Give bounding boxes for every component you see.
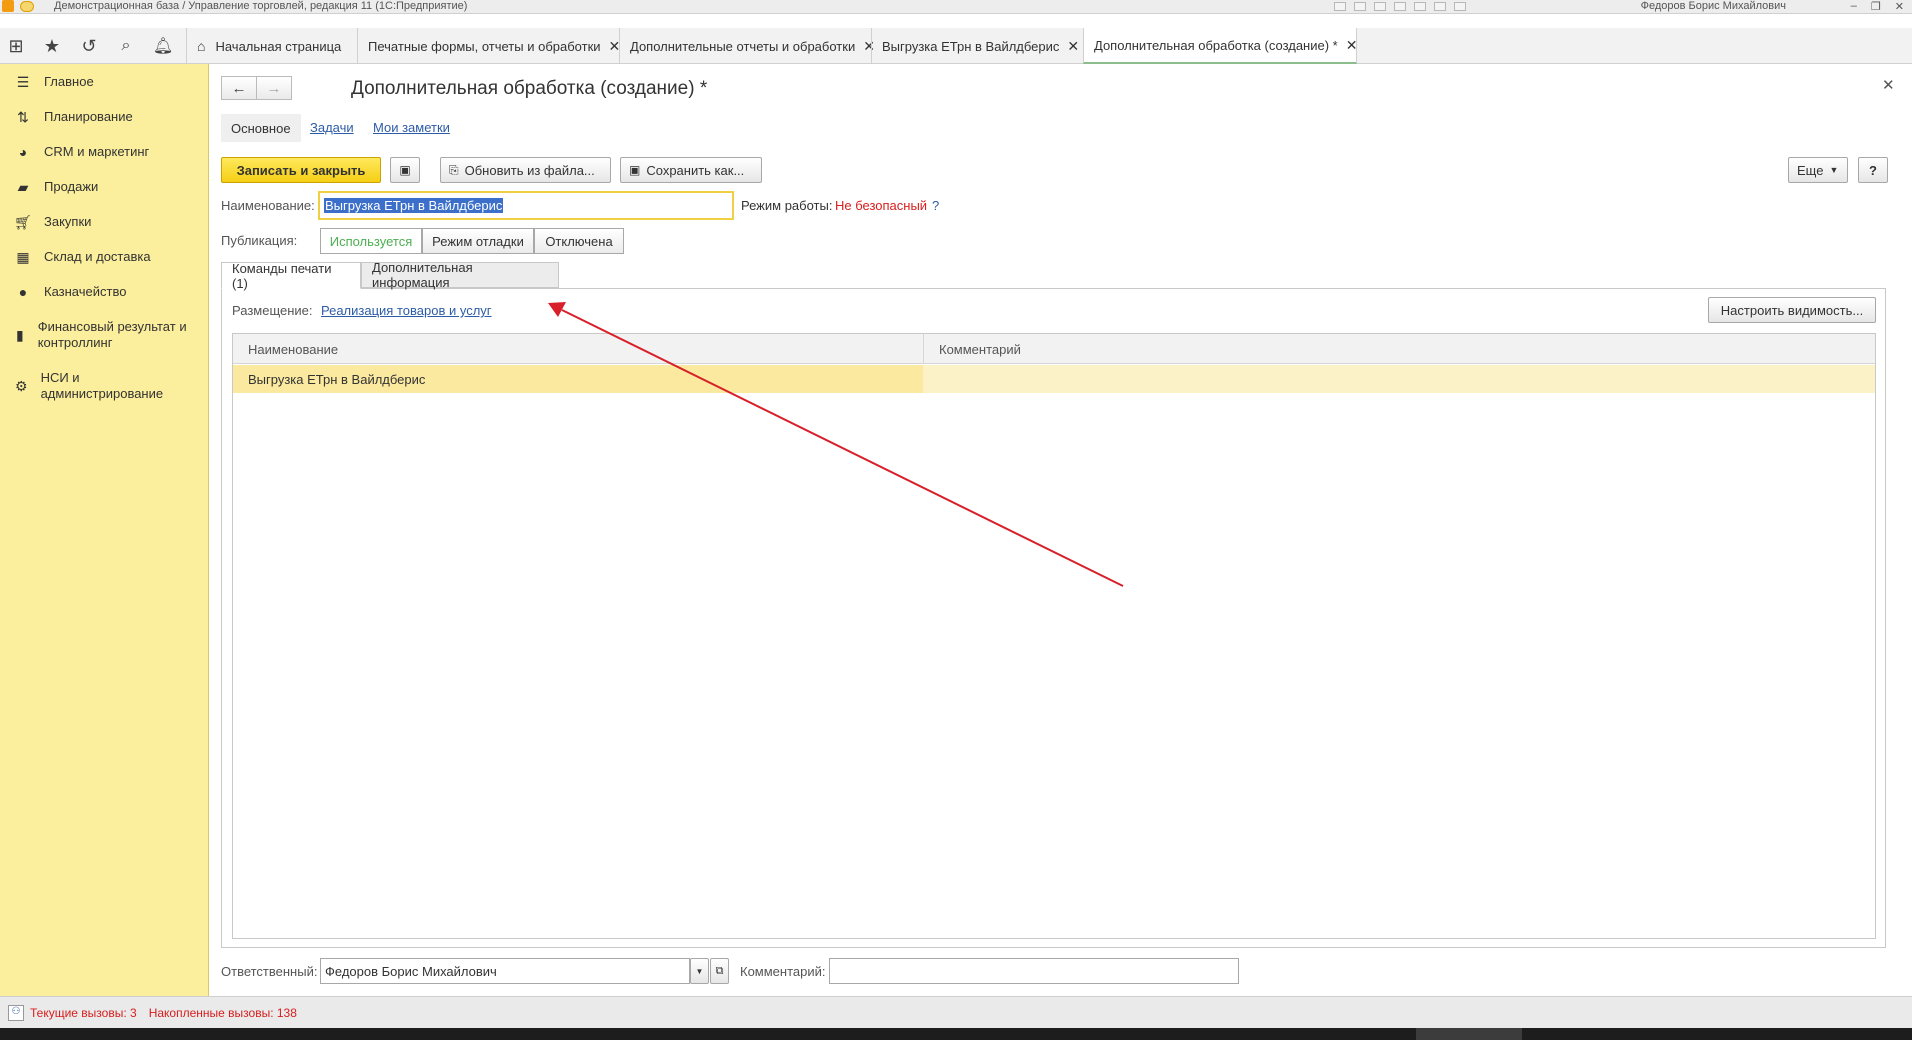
arrow-head xyxy=(548,302,566,317)
performance-icon[interactable]: ⚇ xyxy=(8,1004,24,1021)
os-taskbar xyxy=(0,1028,1912,1040)
current-calls: Текущие вызовы: 3 xyxy=(30,1005,137,1020)
accumulated-calls: Накопленные вызовы: 138 xyxy=(148,1005,297,1020)
arrow-line xyxy=(561,309,1124,587)
annotation-arrow xyxy=(548,302,1124,587)
status-bar: ⚇ Текущие вызовы: 3 Накопленные вызовы: … xyxy=(0,996,1912,1028)
taskbar-active-item[interactable] xyxy=(1416,1028,1522,1040)
